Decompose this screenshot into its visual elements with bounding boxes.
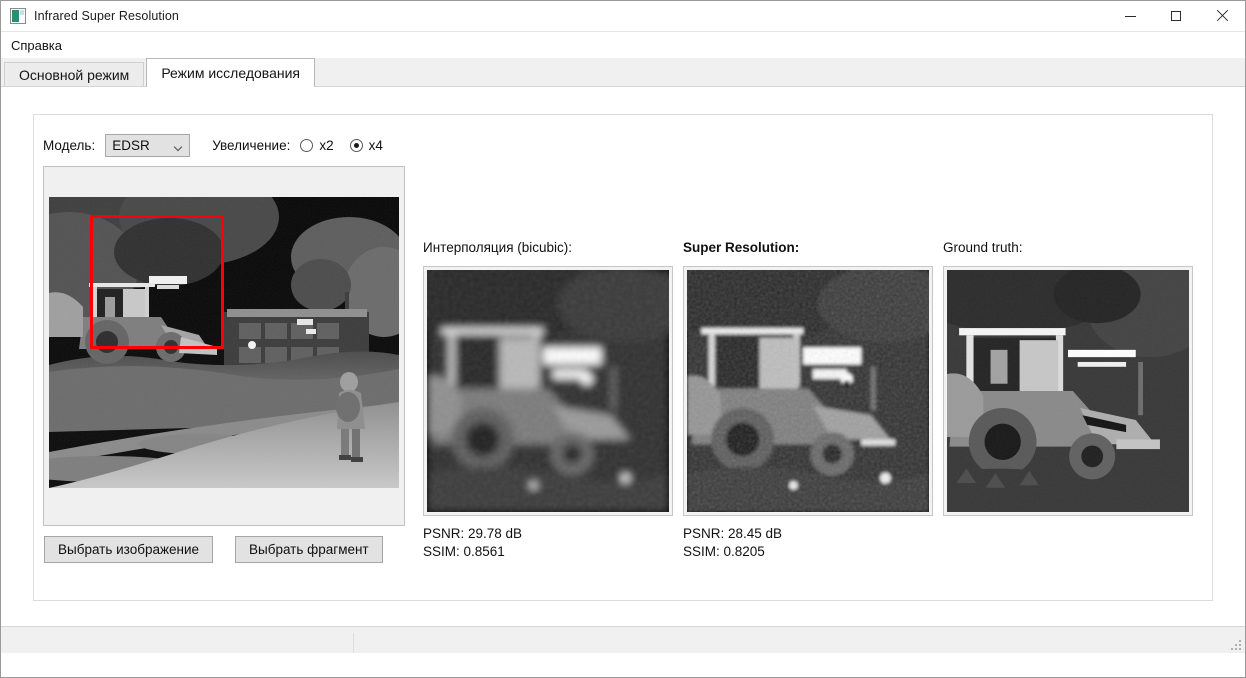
model-select-value: EDSR (112, 138, 150, 153)
result-title-bicubic: Интерполяция (bicubic): (423, 240, 573, 255)
radio-scale-x4[interactable]: x4 (349, 138, 383, 153)
crop-scene-bicubic (427, 270, 669, 512)
status-bar-divider (353, 633, 354, 653)
close-button[interactable] (1199, 1, 1245, 32)
maximize-icon (1171, 11, 1181, 21)
ssim-bicubic: SSIM: 0.8561 (423, 544, 505, 559)
result-thumb-frame-bicubic[interactable] (423, 266, 673, 516)
radio-scale-x2[interactable]: x2 (300, 138, 334, 153)
source-preview-frame[interactable] (43, 166, 405, 526)
page-body: Модель: EDSR Увеличение: x2 x4 Выбрать и… (1, 87, 1245, 653)
scale-radio-group: x2 x4 (300, 138, 399, 153)
result-thumb-frame-groundtruth[interactable] (943, 266, 1193, 516)
model-label: Модель: (43, 138, 96, 153)
metrics-superresolution: PSNR: 28.45 dB SSIM: 0.8205 (683, 525, 943, 561)
result-image-bicubic (427, 270, 669, 512)
metrics-bicubic: PSNR: 29.78 dB SSIM: 0.8561 (423, 525, 683, 561)
window-title: Infrared Super Resolution (34, 9, 179, 23)
model-select[interactable]: EDSR (105, 134, 191, 157)
tab-research-mode[interactable]: Режим исследования (146, 58, 315, 87)
scale-label: Увеличение: (212, 138, 291, 153)
radio-icon (349, 139, 363, 152)
title-bar: Infrared Super Resolution (1, 1, 1245, 32)
result-column-superresolution: Super Resolution: PSNR: 28.45 dB SSIM: 0… (683, 240, 943, 561)
radio-scale-x2-label: x2 (319, 138, 334, 153)
crop-scene-superresolution (687, 270, 929, 512)
menu-bar: Справка (1, 32, 1245, 58)
result-thumb-frame-superresolution[interactable] (683, 266, 933, 516)
result-title-superresolution: Super Resolution: (683, 240, 800, 255)
tab-main-mode[interactable]: Основной режим (4, 62, 145, 86)
chevron-down-icon (175, 144, 182, 151)
application-window: Infrared Super Resolution Справка Основн… (0, 0, 1246, 678)
status-bar (1, 626, 1245, 653)
menu-item-help[interactable]: Справка (11, 36, 68, 55)
choose-fragment-button[interactable]: Выбрать фрагмент (235, 536, 383, 563)
result-column-bicubic: Интерполяция (bicubic): PSNR: 29.78 dB S… (423, 240, 683, 561)
radio-scale-x4-label: x4 (368, 138, 383, 153)
action-buttons: Выбрать изображение Выбрать фрагмент (44, 536, 405, 563)
tab-bar: Основной режим Режим исследования (1, 58, 1245, 87)
minimize-icon (1124, 15, 1136, 17)
psnr-superresolution: PSNR: 28.45 dB (683, 526, 783, 541)
controls-row: Модель: EDSR Увеличение: x2 x4 (43, 134, 399, 157)
app-icon (10, 8, 26, 24)
psnr-bicubic: PSNR: 29.78 dB (423, 526, 523, 541)
maximize-button[interactable] (1153, 1, 1199, 32)
research-panel: Модель: EDSR Увеличение: x2 x4 Выбрать и… (33, 114, 1213, 601)
result-image-superresolution (687, 270, 929, 512)
results-row: Интерполяция (bicubic): PSNR: 29.78 dB S… (423, 240, 1203, 561)
radio-icon (300, 139, 314, 152)
result-image-groundtruth (947, 270, 1189, 512)
ssim-superresolution: SSIM: 0.8205 (683, 544, 765, 559)
choose-image-button[interactable]: Выбрать изображение (44, 536, 214, 563)
source-image-preview[interactable] (49, 197, 399, 488)
crop-scene-groundtruth (947, 270, 1189, 512)
result-title-groundtruth: Ground truth: (943, 240, 1023, 255)
selection-rectangle[interactable] (90, 215, 224, 349)
window-controls (1107, 1, 1245, 32)
close-icon (1216, 10, 1228, 22)
minimize-button[interactable] (1107, 1, 1153, 32)
resize-grip-icon[interactable] (1231, 640, 1242, 651)
result-column-groundtruth: Ground truth: (943, 240, 1203, 561)
